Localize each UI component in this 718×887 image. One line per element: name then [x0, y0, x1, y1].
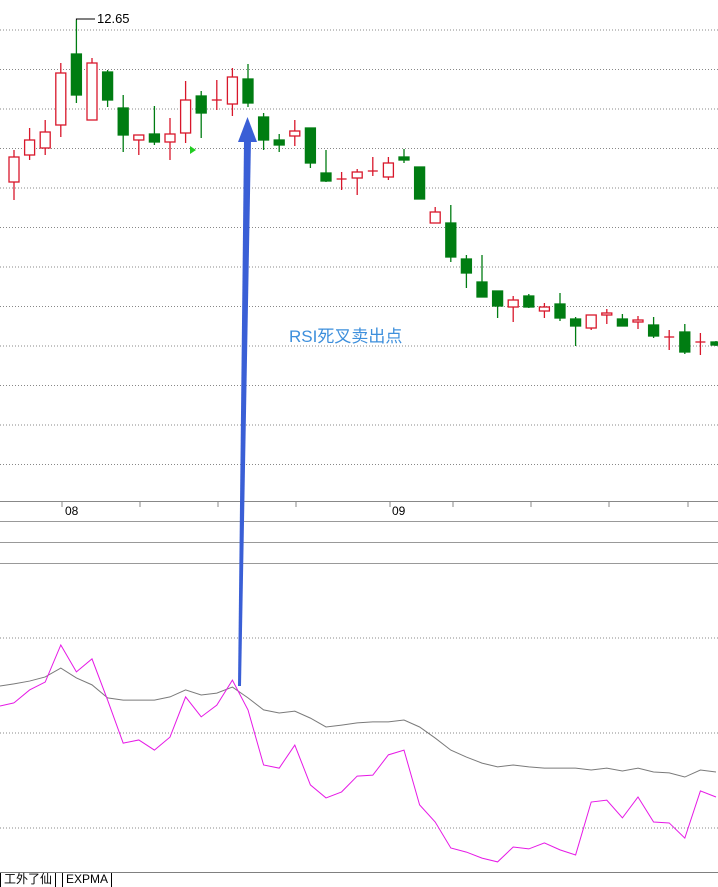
candle-up	[601, 312, 613, 316]
candle-down	[569, 318, 582, 327]
candle-up	[585, 314, 597, 329]
candle-down	[101, 71, 114, 101]
candle-down	[523, 295, 535, 308]
candle-up	[23, 139, 36, 156]
candle-up	[632, 319, 644, 323]
x-tick-09: 09	[392, 504, 406, 518]
rsi-slow-line-lead	[0, 683, 15, 687]
candle-up	[226, 76, 239, 105]
candle-down	[491, 290, 504, 307]
candle-up	[8, 156, 20, 183]
candle-down	[195, 95, 207, 114]
candle-down	[148, 133, 161, 143]
candle-down	[616, 318, 629, 327]
candle-down	[257, 116, 270, 141]
candle-up	[351, 171, 363, 179]
candle-up	[179, 99, 192, 134]
rsi-fast-line-lead	[0, 702, 15, 707]
candle-down	[445, 222, 457, 258]
candle-down	[460, 258, 473, 274]
candle-down	[554, 303, 566, 319]
rsi-death-cross-annotation: RSI死叉卖出点	[289, 327, 403, 346]
candle-down	[679, 331, 691, 353]
signal-arrow-head-icon	[238, 117, 257, 142]
tab-indicator-1[interactable]: 工外了仙	[0, 873, 57, 887]
candle-up	[164, 133, 176, 143]
candle-up	[86, 62, 98, 121]
x-tick-08: 08	[65, 504, 79, 518]
rsi-slow-line	[13, 667, 717, 778]
rsi-fast-line	[13, 643, 717, 863]
candle-down	[70, 53, 83, 96]
candle-down	[117, 107, 129, 136]
candle-up	[55, 72, 67, 126]
high-price-leader	[75, 18, 95, 20]
candle-up	[538, 306, 551, 312]
candle-down	[320, 172, 332, 182]
candle-down	[710, 341, 718, 346]
candle-down	[242, 78, 254, 104]
cursor-marker-icon	[190, 146, 196, 154]
stock-chart	[0, 18, 718, 863]
candle-down	[304, 127, 317, 164]
candle-up	[133, 134, 145, 141]
candle-up	[39, 131, 51, 149]
candle-down	[398, 156, 410, 161]
high-price-label: 12.65	[97, 11, 130, 26]
candle-down	[647, 324, 660, 337]
candle-up	[507, 299, 519, 308]
candle-up	[429, 211, 441, 224]
tab-expma[interactable]: EXPMA	[62, 873, 113, 887]
candle-down	[413, 166, 426, 200]
signal-arrow-shaft	[238, 140, 251, 686]
candle-up	[382, 162, 395, 178]
candle-down	[476, 281, 488, 298]
candle-down	[273, 139, 285, 146]
candle-up	[289, 130, 301, 137]
